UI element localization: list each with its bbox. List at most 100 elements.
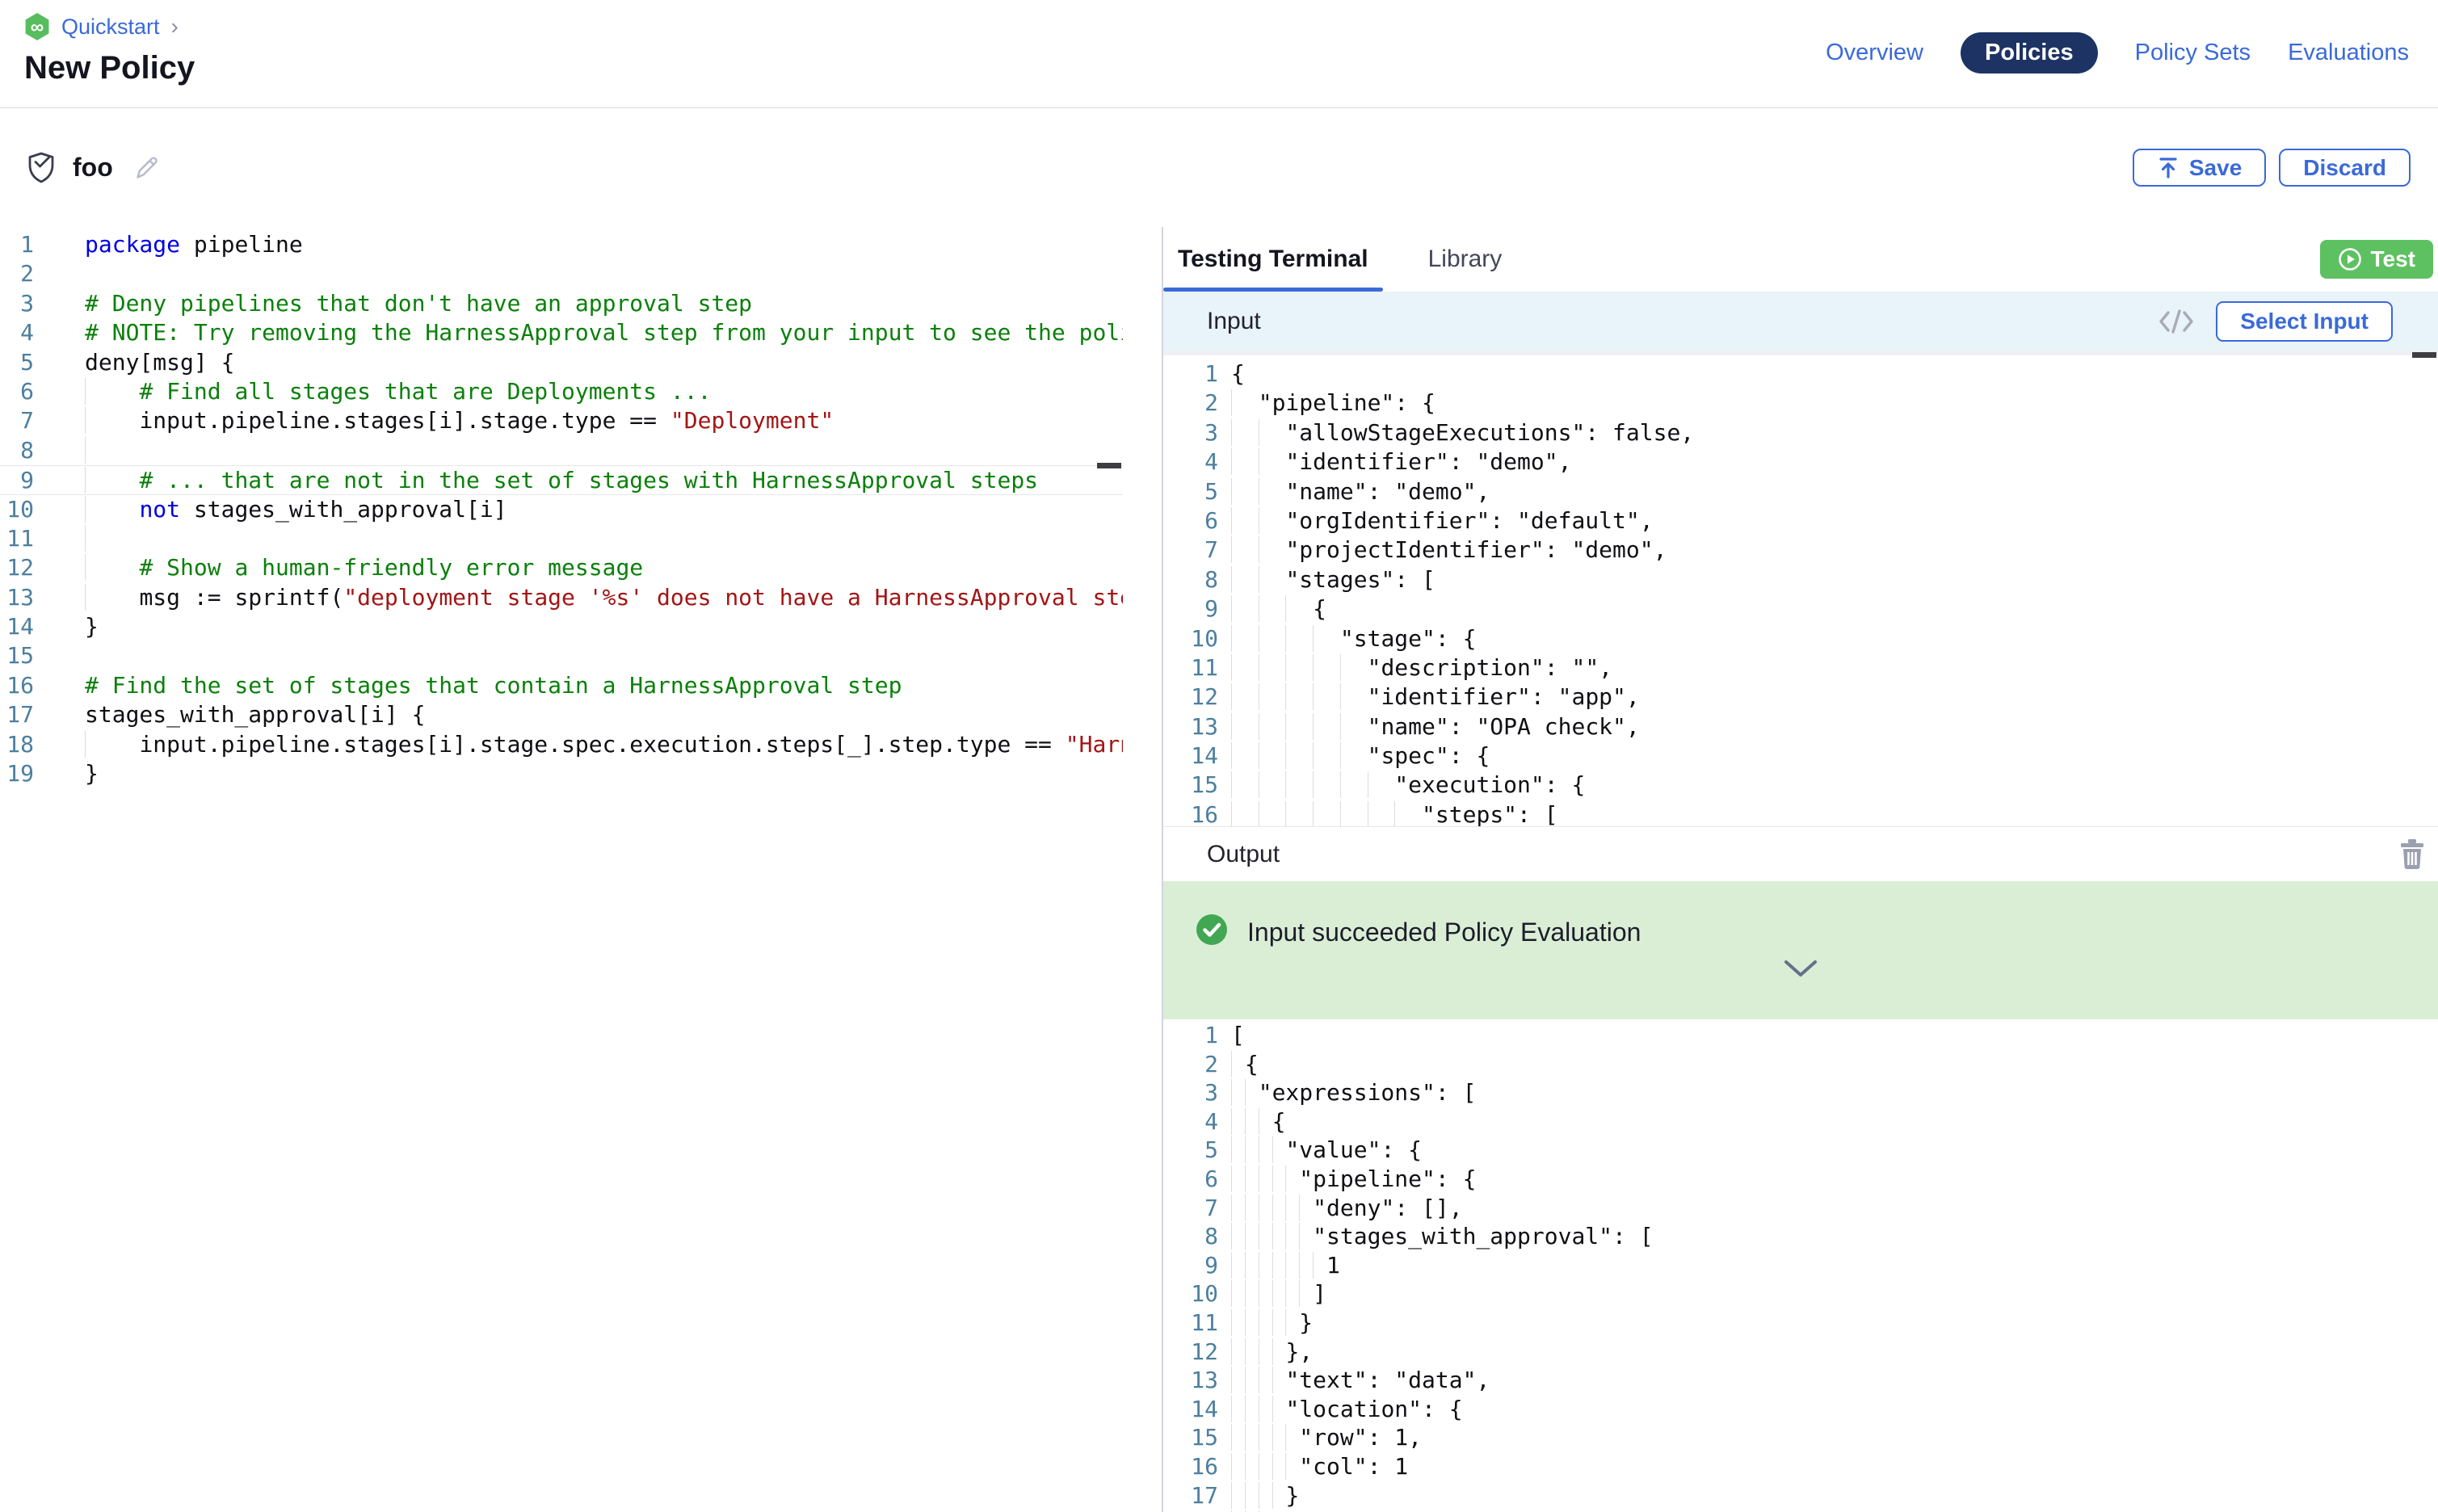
input-json-editor[interactable]: 1{2 "pipeline": {3 "allowStageExecutions…	[1163, 351, 2438, 826]
line-number: 16	[1163, 800, 1218, 826]
code-line[interactable]: 13 msg := sprintf("deployment stage '%s'…	[0, 583, 1123, 612]
code-line[interactable]: 15	[0, 641, 1123, 670]
code-line[interactable]: 9 {	[1163, 594, 2438, 624]
code-line[interactable]: 3 "expressions": [	[1163, 1078, 2438, 1107]
code-line[interactable]: 19}	[0, 759, 1123, 788]
code-line[interactable]: 16 "col": 1	[1163, 1452, 2438, 1481]
trash-icon[interactable]	[2398, 838, 2427, 871]
line-number: 11	[1163, 653, 1218, 682]
chevron-right-icon: ›	[171, 15, 179, 38]
code-line[interactable]: 12 },	[1163, 1338, 2438, 1367]
code-line-text: "row": 1,	[1231, 1423, 1422, 1452]
discard-button[interactable]: Discard	[2279, 149, 2411, 187]
code-line[interactable]: 7 "deny": [],	[1163, 1194, 2438, 1223]
code-line[interactable]: 12 # Show a human-friendly error message	[0, 553, 1123, 582]
code-line[interactable]: 11 }	[1163, 1308, 2438, 1338]
code-line[interactable]: 3# Deny pipelines that don't have an app…	[0, 289, 1123, 318]
code-line[interactable]: 5 "name": "demo",	[1163, 477, 2438, 506]
code-line-text: package pipeline	[85, 230, 303, 259]
test-button[interactable]: Test	[2320, 240, 2434, 279]
code-line[interactable]: 4 "identifier": "demo",	[1163, 447, 2438, 477]
save-button[interactable]: Save	[2133, 149, 2266, 187]
code-line[interactable]: 10 not stages_with_approval[i]	[0, 495, 1123, 524]
nav-policies[interactable]: Policies	[1961, 32, 2098, 74]
code-line[interactable]: 5deny[msg] {	[0, 348, 1123, 377]
line-number: 8	[0, 436, 34, 465]
line-number: 15	[1163, 1423, 1218, 1452]
panel-tabs: Testing Terminal Library Test	[1163, 227, 2438, 292]
code-line[interactable]: 2	[0, 259, 1123, 288]
line-number: 16	[1163, 1452, 1218, 1481]
code-line[interactable]: 8 "stages": [	[1163, 565, 2438, 594]
line-number: 6	[1163, 506, 1218, 536]
nav-policy-sets[interactable]: Policy Sets	[2135, 40, 2251, 66]
code-line[interactable]: 17stages_with_approval[i] {	[0, 700, 1123, 729]
code-line[interactable]: 16# Find the set of stages that contain …	[0, 671, 1123, 700]
code-line[interactable]: 4# NOTE: Try removing the HarnessApprova…	[0, 318, 1123, 347]
code-line-text: {	[1231, 594, 1326, 624]
code-line[interactable]: 13 "name": "OPA check",	[1163, 712, 2438, 741]
code-line-text: "stages_with_approval": [	[1231, 1222, 1654, 1251]
code-line[interactable]: 6 # Find all stages that are Deployments…	[0, 377, 1123, 406]
code-line[interactable]: 13 "text": "data",	[1163, 1366, 2438, 1395]
code-line[interactable]: 2 {	[1163, 1050, 2438, 1079]
line-number: 10	[1163, 624, 1218, 653]
code-line[interactable]: 7 input.pipeline.stages[i].stage.type ==…	[0, 406, 1123, 435]
line-number: 8	[1163, 565, 1218, 594]
line-number: 12	[0, 553, 34, 582]
code-line[interactable]: 9 # ... that are not in the set of stage…	[0, 465, 1123, 494]
code-line[interactable]: 16 "steps": [	[1163, 800, 2438, 826]
code-line[interactable]: 6 "orgIdentifier": "default",	[1163, 506, 2438, 536]
code-line[interactable]: 17 }	[1163, 1481, 2438, 1510]
code-line[interactable]: 5 "value": {	[1163, 1136, 2438, 1165]
line-number: 1	[1163, 1021, 1218, 1050]
code-line[interactable]: 4 {	[1163, 1107, 2438, 1136]
code-line-text: },	[1231, 1338, 1313, 1367]
code-line[interactable]: 9 1	[1163, 1251, 2438, 1280]
line-number: 1	[1163, 359, 1218, 388]
code-icon[interactable]	[2158, 308, 2195, 335]
code-line[interactable]: 18 input.pipeline.stages[i].stage.spec.e…	[0, 730, 1123, 759]
code-line-text: "value": {	[1231, 1136, 1422, 1165]
chevron-down-icon[interactable]	[1783, 959, 1818, 980]
code-line[interactable]: 10 "stage": {	[1163, 624, 2438, 653]
code-line[interactable]: 7 "projectIdentifier": "demo",	[1163, 536, 2438, 565]
code-line[interactable]: 1package pipeline	[0, 230, 1123, 259]
policy-code-editor[interactable]: 1package pipeline23# Deny pipelines that…	[0, 227, 1163, 1512]
code-line[interactable]: 11	[0, 524, 1123, 553]
code-line[interactable]: 10 ]	[1163, 1279, 2438, 1308]
line-number: 14	[1163, 741, 1218, 771]
breadcrumb-project-link[interactable]: Quickstart	[61, 15, 160, 40]
tab-library[interactable]: Library	[1414, 227, 1517, 292]
code-line[interactable]: 14 "location": {	[1163, 1395, 2438, 1424]
line-number: 15	[0, 641, 34, 670]
code-line[interactable]: 1[	[1163, 1021, 2438, 1050]
output-json-editor: 1[2 {3 "expressions": [4 {5 "value": {6 …	[1163, 1019, 2438, 1512]
tab-testing-terminal[interactable]: Testing Terminal	[1163, 227, 1383, 292]
edit-pencil-icon[interactable]	[132, 153, 162, 183]
code-line-text: [	[1231, 1021, 1245, 1050]
code-line-text: "expressions": [	[1231, 1078, 1476, 1107]
code-line[interactable]: 2 "pipeline": {	[1163, 388, 2438, 418]
code-line[interactable]: 15 "row": 1,	[1163, 1423, 2438, 1452]
test-label: Test	[2371, 246, 2416, 272]
code-line[interactable]: 8 "stages_with_approval": [	[1163, 1222, 2438, 1251]
main-area: 1package pipeline23# Deny pipelines that…	[0, 227, 2438, 1512]
code-line[interactable]: 14}	[0, 612, 1123, 641]
code-line[interactable]: 8	[0, 436, 1123, 465]
code-line-text	[85, 436, 139, 465]
line-number: 10	[1163, 1279, 1218, 1308]
code-line[interactable]: 14 "spec": {	[1163, 741, 2438, 771]
nav-overview[interactable]: Overview	[1826, 40, 1923, 66]
code-line-text: msg := sprintf("deployment stage '%s' do…	[85, 583, 1123, 612]
code-line-text: "identifier": "app",	[1231, 682, 1640, 712]
select-input-button[interactable]: Select Input	[2216, 301, 2393, 342]
code-line[interactable]: 11 "description": "",	[1163, 653, 2438, 682]
nav-evaluations[interactable]: Evaluations	[2288, 40, 2409, 66]
line-number: 5	[0, 348, 34, 377]
code-line[interactable]: 1{	[1163, 359, 2438, 388]
code-line[interactable]: 15 "execution": {	[1163, 771, 2438, 800]
code-line[interactable]: 3 "allowStageExecutions": false,	[1163, 418, 2438, 447]
code-line[interactable]: 6 "pipeline": {	[1163, 1165, 2438, 1194]
code-line[interactable]: 12 "identifier": "app",	[1163, 682, 2438, 712]
